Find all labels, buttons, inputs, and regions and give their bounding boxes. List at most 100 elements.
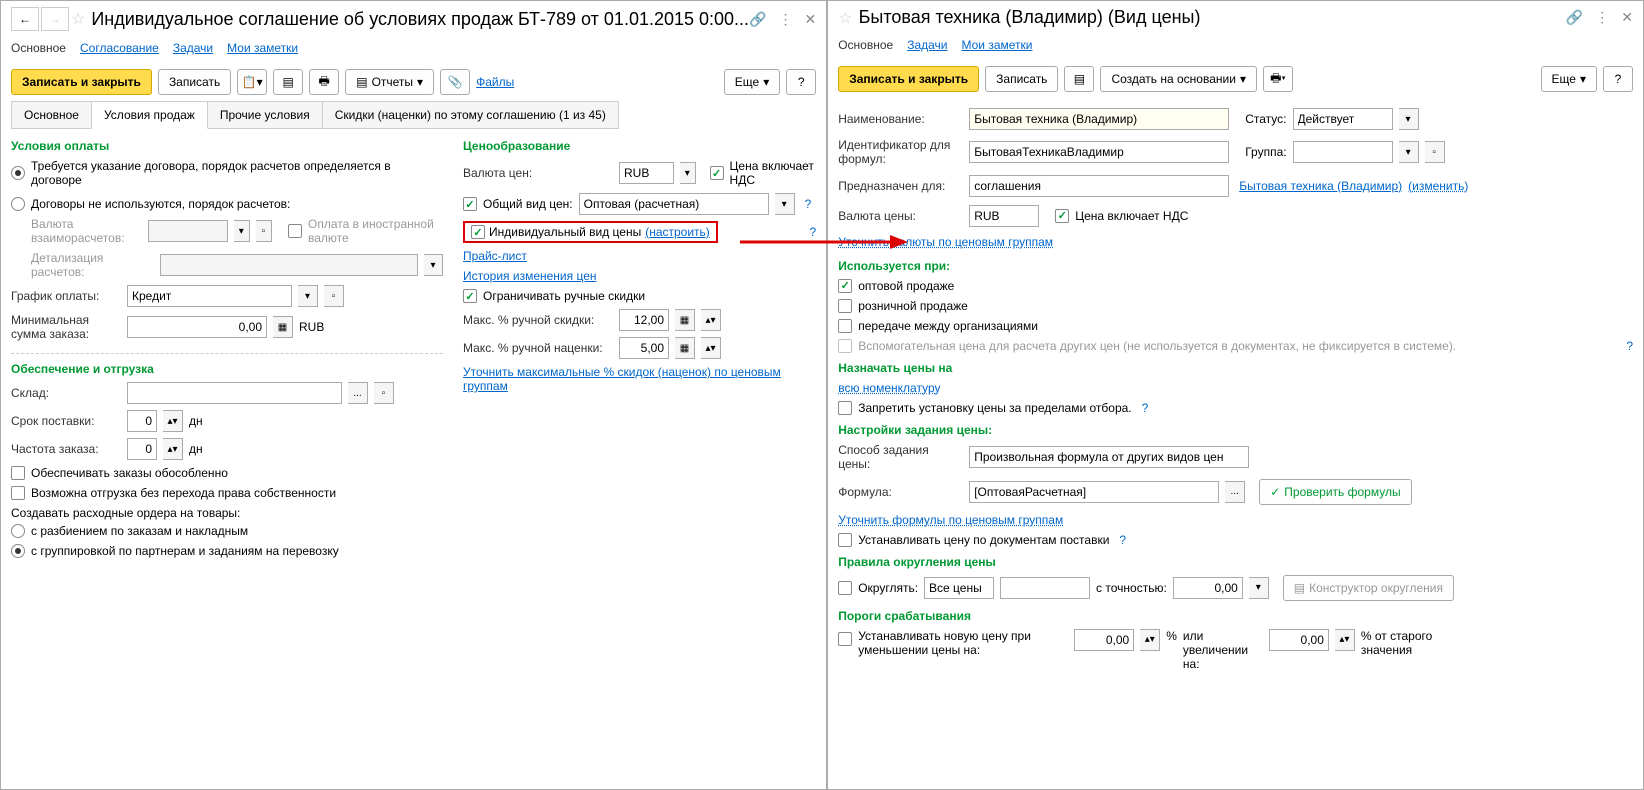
min-order-sum[interactable] bbox=[127, 316, 267, 338]
more-button[interactable]: Еще ▾ bbox=[724, 69, 780, 95]
orders-by-invoice-radio[interactable] bbox=[11, 524, 25, 538]
price-vat-check[interactable] bbox=[710, 166, 724, 180]
save-close-button[interactable]: Записать и закрыть bbox=[11, 69, 152, 95]
configure-link[interactable]: (настроить) bbox=[645, 225, 710, 239]
for-link[interactable]: Бытовая техника (Владимир) bbox=[1239, 179, 1402, 193]
formula-input[interactable] bbox=[969, 481, 1219, 503]
link-icon-r[interactable]: 🔗 bbox=[1566, 9, 1583, 26]
settlement-detail bbox=[160, 254, 418, 276]
retail-check[interactable] bbox=[838, 299, 852, 313]
price-history-link[interactable]: История изменения цен bbox=[463, 269, 597, 283]
tab-sale-conditions[interactable]: Условия продаж bbox=[91, 101, 208, 129]
close-icon-r[interactable]: ✕ bbox=[1621, 9, 1633, 26]
transfer-check[interactable] bbox=[838, 319, 852, 333]
name-input[interactable] bbox=[969, 108, 1229, 130]
print-button[interactable]: 🖶 bbox=[309, 69, 339, 95]
status-input[interactable] bbox=[1293, 108, 1393, 130]
precision-input[interactable] bbox=[1173, 577, 1243, 599]
attach-button[interactable]: 📎 bbox=[440, 69, 470, 95]
clarify-formula-link[interactable]: Уточнить формулы по ценовым группам bbox=[838, 513, 1063, 527]
prohibit-check[interactable] bbox=[838, 401, 852, 415]
method-input[interactable] bbox=[969, 446, 1249, 468]
aux-help[interactable]: ? bbox=[1626, 339, 1633, 353]
save-close-button-r[interactable]: Записать и закрыть bbox=[838, 66, 979, 92]
orders-by-partner-radio[interactable] bbox=[11, 544, 25, 558]
thresholds-title: Пороги срабатывания bbox=[838, 609, 1633, 623]
group-input[interactable] bbox=[1293, 141, 1393, 163]
subnav-tasks[interactable]: Задачи bbox=[173, 41, 213, 55]
link-icon[interactable]: 🔗 bbox=[749, 11, 766, 28]
structure-button-r[interactable]: ▤ bbox=[1064, 66, 1094, 92]
radio-contract-required[interactable] bbox=[11, 166, 25, 180]
change-link[interactable]: (изменить) bbox=[1408, 179, 1468, 193]
ship-without-check[interactable] bbox=[11, 486, 25, 500]
set-by-docs-help[interactable]: ? bbox=[1119, 533, 1126, 547]
rounding-designer-button: ▤ Конструктор округления bbox=[1283, 575, 1454, 601]
nav-fwd[interactable]: → bbox=[41, 7, 69, 31]
threshold-decrease[interactable] bbox=[1074, 629, 1134, 651]
clarify-discounts-link[interactable]: Уточнить максимальные % скидок (наценок)… bbox=[463, 365, 816, 393]
menu-icon[interactable]: ⋮ bbox=[778, 11, 792, 28]
payment-schedule[interactable] bbox=[127, 285, 292, 307]
all-nomenclature-link[interactable]: всю номенклатуру bbox=[838, 381, 940, 395]
tab-discounts[interactable]: Скидки (наценки) по этому соглашению (1 … bbox=[322, 101, 619, 129]
round-target[interactable] bbox=[924, 577, 994, 599]
subnav-main[interactable]: Основное bbox=[11, 41, 66, 55]
price-currency[interactable] bbox=[619, 162, 674, 184]
more-button-r[interactable]: Еще ▾ bbox=[1541, 66, 1597, 92]
payment-title: Условия оплаты bbox=[11, 139, 443, 153]
order-frequency[interactable] bbox=[127, 438, 157, 460]
print-button-r[interactable]: 🖶▾ bbox=[1263, 66, 1293, 92]
menu-icon-r[interactable]: ⋮ bbox=[1595, 9, 1609, 26]
price-vat-check-r[interactable] bbox=[1055, 209, 1069, 223]
individual-price-check[interactable] bbox=[471, 225, 485, 239]
round-check[interactable] bbox=[838, 581, 852, 595]
check-formula-button[interactable]: ✓ Проверить формулы bbox=[1259, 479, 1411, 505]
price-currency-r[interactable] bbox=[969, 205, 1039, 227]
subnav-notes-r[interactable]: Мои заметки bbox=[962, 38, 1033, 52]
prohibit-help[interactable]: ? bbox=[1142, 401, 1149, 415]
star-icon[interactable]: ☆ bbox=[71, 9, 85, 29]
settings-title: Настройки задания цены: bbox=[838, 423, 1633, 437]
delivery-time[interactable] bbox=[127, 410, 157, 432]
subnav-approval[interactable]: Согласование bbox=[80, 41, 159, 55]
close-icon[interactable]: ✕ bbox=[804, 11, 816, 28]
common-price-help[interactable]: ? bbox=[805, 197, 812, 211]
files-link[interactable]: Файлы bbox=[476, 75, 514, 89]
threshold-check[interactable] bbox=[838, 632, 852, 646]
subnav-main-r[interactable]: Основное bbox=[838, 38, 893, 52]
clarify-currencies-link[interactable]: Уточнить валюты по ценовым группам bbox=[838, 235, 1053, 249]
set-by-docs-check[interactable] bbox=[838, 533, 852, 547]
create-based-button[interactable]: Создать на основании ▾ bbox=[1100, 66, 1257, 92]
warehouse-input[interactable] bbox=[127, 382, 342, 404]
help-button[interactable]: ? bbox=[786, 69, 816, 95]
tab-other[interactable]: Прочие условия bbox=[207, 101, 323, 129]
max-discount[interactable] bbox=[619, 309, 669, 331]
save-button-r[interactable]: Записать bbox=[985, 66, 1058, 92]
limit-manual-check[interactable] bbox=[463, 289, 477, 303]
reports-button[interactable]: ▤ Отчеты ▾ bbox=[345, 69, 434, 95]
structure-button[interactable]: ▤ bbox=[273, 69, 303, 95]
settlement-currency bbox=[148, 220, 228, 242]
for-input[interactable] bbox=[969, 175, 1229, 197]
subnav-tasks-r[interactable]: Задачи bbox=[907, 38, 947, 52]
help-button-r[interactable]: ? bbox=[1603, 66, 1633, 92]
common-price-value[interactable] bbox=[579, 193, 769, 215]
save-button[interactable]: Записать bbox=[158, 69, 231, 95]
nav-back[interactable]: ← bbox=[11, 7, 39, 31]
individual-price-help[interactable]: ? bbox=[810, 225, 817, 239]
subnav-notes[interactable]: Мои заметки bbox=[227, 41, 298, 55]
radio-no-contract[interactable] bbox=[11, 197, 25, 211]
copy-button[interactable]: 📋▾ bbox=[237, 69, 267, 95]
max-markup[interactable] bbox=[619, 337, 669, 359]
star-icon-r[interactable]: ☆ bbox=[838, 8, 852, 28]
common-price-check[interactable] bbox=[463, 197, 477, 211]
tab-main[interactable]: Основное bbox=[11, 101, 92, 129]
price-list-link[interactable]: Прайс-лист bbox=[463, 249, 527, 263]
formula-id-input[interactable] bbox=[969, 141, 1229, 163]
provide-separately-check[interactable] bbox=[11, 466, 25, 480]
foreign-currency-check bbox=[288, 224, 302, 238]
wholesale-check[interactable] bbox=[838, 279, 852, 293]
threshold-increase[interactable] bbox=[1269, 629, 1329, 651]
round-extra[interactable] bbox=[1000, 577, 1090, 599]
